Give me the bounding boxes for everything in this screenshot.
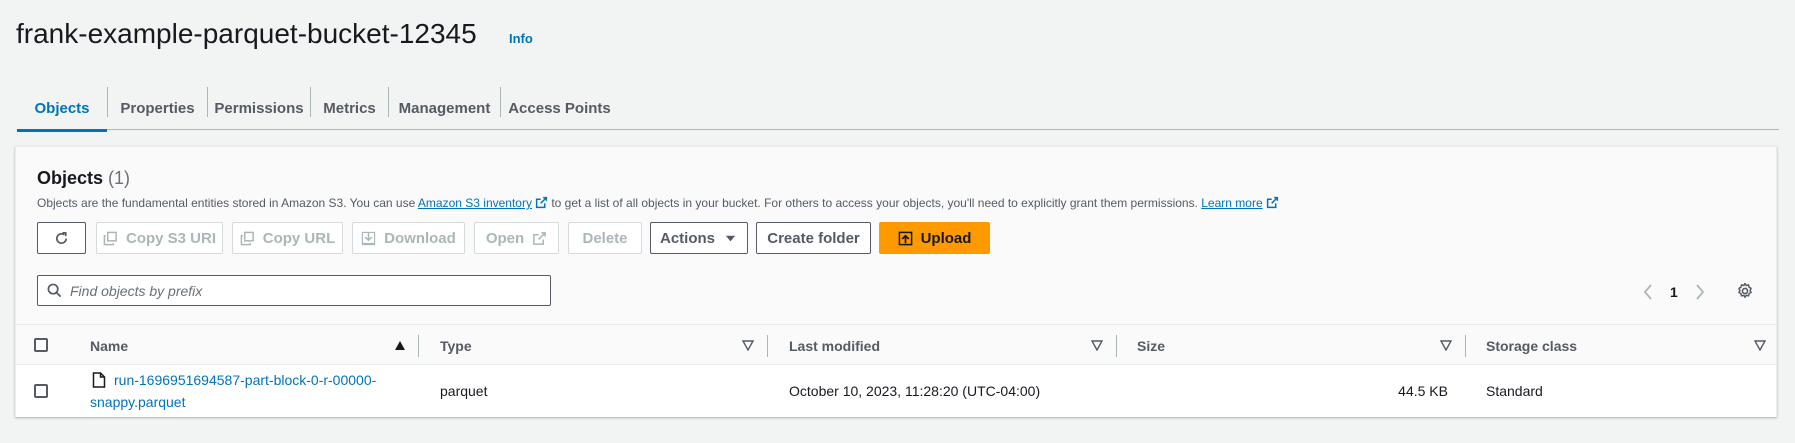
tab-label: Permissions [214, 99, 304, 117]
upload-button[interactable]: Upload [879, 222, 990, 254]
sort-caret-down-icon[interactable] [1754, 340, 1766, 351]
column-divider[interactable] [767, 335, 768, 357]
caret-down-icon [725, 235, 736, 241]
external-link-icon [1266, 196, 1278, 209]
table-header: Name Type Last modified Size Storage cla… [16, 324, 1776, 365]
button-label: Delete [582, 229, 628, 247]
description-text: to get a list of all objects in your buc… [547, 196, 1202, 210]
column-label: Last modified [789, 337, 881, 354]
delete-button[interactable]: Delete [568, 222, 642, 254]
button-label: Copy S3 URI [125, 229, 216, 247]
column-divider[interactable] [1465, 335, 1466, 357]
external-link-icon [535, 196, 548, 209]
pagination: 1 [1642, 281, 1706, 303]
tab-label: Access Points [508, 99, 611, 117]
file-link-line: run-1696951694587-part-block-0-r-00000- [90, 369, 376, 391]
tab-bar: Objects Properties Permissions Metrics M… [17, 86, 1779, 132]
copy-url-button[interactable]: Copy URL [232, 222, 343, 254]
objects-count: (1) [108, 168, 131, 188]
settings-gear-icon[interactable] [1736, 282, 1754, 300]
tab-access-points[interactable]: Access Points [501, 86, 618, 130]
cell-name: run-1696951694587-part-block-0-r-00000- … [90, 365, 376, 417]
button-label: Open [485, 229, 525, 247]
column-label: Type [440, 337, 472, 354]
current-page[interactable]: 1 [1670, 284, 1678, 300]
search-input[interactable] [70, 282, 530, 299]
object-name-link-cont[interactable]: snappy.parquet [90, 391, 376, 413]
sort-caret-down-icon[interactable] [742, 340, 754, 351]
upload-icon [898, 231, 912, 245]
button-label: Upload [920, 229, 972, 247]
refresh-icon [55, 231, 68, 244]
actions-dropdown[interactable]: Actions [650, 222, 748, 254]
inventory-link[interactable]: Amazon S3 inventory [418, 196, 532, 210]
column-header-name[interactable]: Name [90, 325, 128, 366]
page-header: frank-example-parquet-bucket-12345 Info [0, 0, 1795, 70]
column-label: Size [1137, 337, 1166, 354]
create-folder-button[interactable]: Create folder [756, 222, 871, 254]
tab-management[interactable]: Management [389, 86, 500, 130]
tab-properties[interactable]: Properties [108, 86, 207, 130]
search-field[interactable] [37, 275, 551, 306]
download-button[interactable]: Download [352, 222, 465, 254]
column-header-last-modified[interactable]: Last modified [789, 325, 880, 366]
chevron-right-icon[interactable] [1694, 283, 1706, 301]
column-header-storage-class[interactable]: Storage class [1486, 325, 1577, 366]
tab-label: Metrics [323, 99, 376, 117]
copy-s3-uri-button[interactable]: Copy S3 URI [96, 222, 223, 254]
download-icon [362, 231, 376, 245]
column-header-type[interactable]: Type [440, 325, 472, 366]
cell-last-modified: October 10, 2023, 11:28:20 (UTC-04:00) [789, 383, 1041, 399]
objects-title: Objects [37, 168, 104, 188]
sort-caret-down-icon[interactable] [1440, 340, 1452, 351]
tab-objects[interactable]: Objects [17, 86, 107, 132]
sort-caret-down-icon[interactable] [1091, 340, 1103, 351]
file-link-wrapper: run-1696951694587-part-block-0-r-00000- … [90, 369, 376, 413]
button-label: Download [384, 229, 456, 247]
search-icon [47, 283, 62, 298]
objects-description: Objects are the fundamental entities sto… [37, 196, 1279, 210]
column-header-size[interactable]: Size [1137, 325, 1165, 366]
button-label: Copy URL [262, 229, 336, 247]
button-label: Actions [659, 229, 715, 247]
refresh-button[interactable] [37, 222, 86, 254]
copy-icon [103, 231, 117, 245]
sort-ascending-icon[interactable] [394, 340, 406, 351]
info-link[interactable]: Info [509, 31, 533, 46]
select-all-checkbox[interactable] [34, 338, 48, 352]
cell-type: parquet [440, 383, 488, 399]
column-label: Storage class [1486, 337, 1578, 354]
file-icon [92, 372, 106, 388]
button-label: Create folder [767, 229, 860, 247]
learn-more-link[interactable]: Learn more [1201, 196, 1262, 210]
table-row: run-1696951694587-part-block-0-r-00000- … [16, 365, 1776, 417]
tab-permissions[interactable]: Permissions [208, 86, 310, 130]
open-button[interactable]: Open [474, 222, 559, 254]
object-name-link[interactable]: run-1696951694587-part-block-0-r-00000- [114, 369, 376, 391]
objects-panel: Objects (1) Objects are the fundamental … [15, 146, 1777, 417]
tab-label: Management [398, 99, 491, 117]
cell-size: 44.5 KB [1398, 383, 1448, 399]
external-link-icon [533, 231, 547, 245]
active-tab-indicator [17, 129, 107, 132]
tab-metrics[interactable]: Metrics [311, 86, 388, 130]
row-checkbox[interactable] [34, 384, 48, 398]
column-divider[interactable] [1116, 335, 1117, 357]
chevron-left-icon[interactable] [1642, 283, 1654, 301]
objects-heading: Objects (1) [37, 168, 130, 189]
page-title: frank-example-parquet-bucket-12345 [16, 18, 477, 49]
tab-label: Properties [120, 99, 195, 117]
copy-icon [240, 231, 254, 245]
cell-storage-class: Standard [1486, 383, 1543, 399]
tab-label: Objects [34, 99, 90, 117]
column-divider[interactable] [418, 335, 419, 357]
column-label: Name [90, 337, 129, 354]
description-text: Objects are the fundamental entities sto… [37, 196, 418, 210]
